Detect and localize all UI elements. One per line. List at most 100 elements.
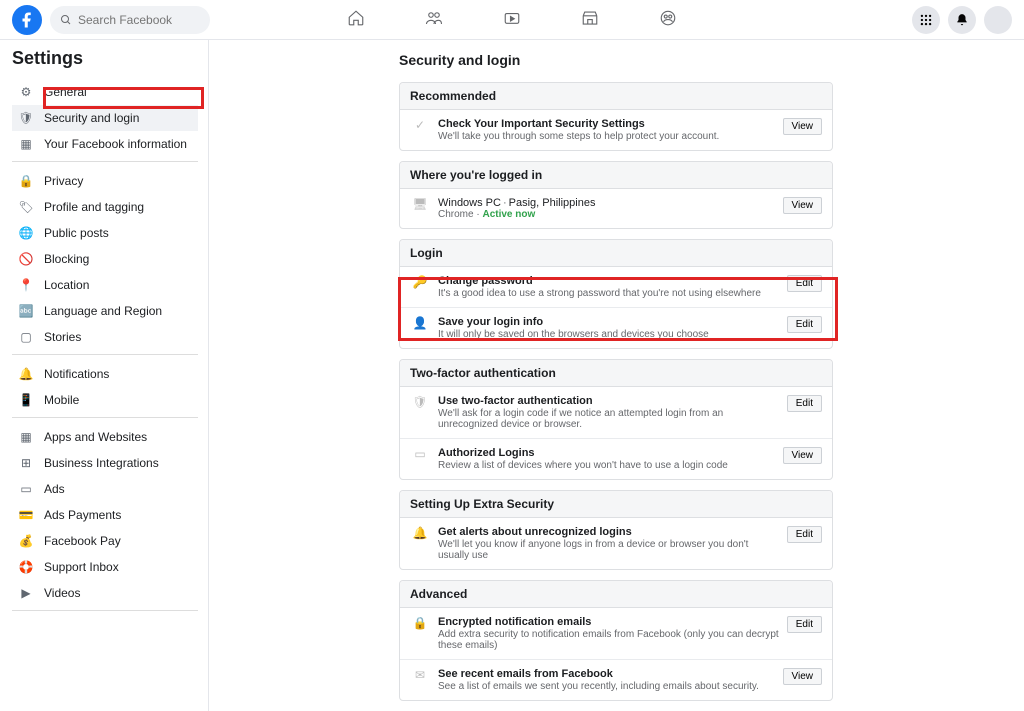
sidebar-item-general[interactable]: ⚙ General <box>12 79 198 105</box>
nav-watch-icon[interactable] <box>503 9 521 30</box>
sidebar-item-support[interactable]: 🛟Support Inbox <box>12 554 198 580</box>
sidebar-item-fbpay[interactable]: 💰 Facebook Pay <box>12 528 198 554</box>
sidebar-item-label: Notifications <box>44 367 109 381</box>
view-button[interactable]: View <box>783 447 823 464</box>
sidebar-item-apps[interactable]: ▦Apps and Websites <box>12 424 198 450</box>
item-title: Authorized Logins <box>438 447 775 459</box>
view-button[interactable]: View <box>783 668 823 685</box>
sidebar-item-privacy[interactable]: 🔒 Privacy <box>12 168 198 194</box>
sidebar-item-security[interactable]: 🛡 Security and login <box>12 105 198 131</box>
facebook-logo[interactable] <box>12 5 42 35</box>
sidebar-item-label: Privacy <box>44 174 83 188</box>
sidebar-item-label: Public posts <box>44 226 109 240</box>
edit-button[interactable]: Edit <box>787 395 822 412</box>
menu-grid-icon[interactable] <box>912 6 940 34</box>
edit-button[interactable]: Edit <box>787 316 822 333</box>
sidebar-item-label: Your Facebook information <box>44 137 187 151</box>
section-logged-in: Where you're logged in 🖥 Windows PC·Pasi… <box>399 161 833 229</box>
sidebar-item-notifications[interactable]: 🔔Notifications <box>12 361 198 387</box>
sidebar-item-label: Support Inbox <box>44 560 119 574</box>
notifications-icon[interactable] <box>948 6 976 34</box>
device-location: Pasig, Philippines <box>509 197 596 209</box>
mobile-icon: 📱 <box>18 392 34 408</box>
device-browser: Chrome <box>438 209 474 220</box>
device-name: Windows PC <box>438 197 501 209</box>
lock-icon: 🔒 <box>410 616 430 630</box>
tag-icon: 🏷 <box>18 199 34 215</box>
sidebar-item-label: Videos <box>44 586 80 600</box>
view-button[interactable]: View <box>783 118 823 135</box>
section-recommended: Recommended ✓ Check Your Important Secur… <box>399 82 833 151</box>
item-title: See recent emails from Facebook <box>438 668 775 680</box>
item-sub: We'll take you through some steps to hel… <box>438 131 775 142</box>
sidebar-item-business[interactable]: ⊞Business Integrations <box>12 450 198 476</box>
search-icon <box>60 14 72 26</box>
pay-icon: 💰 <box>18 533 34 549</box>
nav-marketplace-icon[interactable] <box>581 9 599 30</box>
search-input[interactable] <box>78 13 200 27</box>
sidebar-item-label: Ads <box>44 482 65 496</box>
shield-icon: 🛡 <box>18 110 34 126</box>
ads-icon: ▭ <box>18 481 34 497</box>
sidebar-item-profile[interactable]: 🏷 Profile and tagging <box>12 194 198 220</box>
item-title: Encrypted notification emails <box>438 616 779 628</box>
sidebar-item-label: Profile and tagging <box>44 200 144 214</box>
screen-icon: ▭ <box>410 447 430 461</box>
section-header: Login <box>400 240 832 267</box>
item-sub: Review a list of devices where you won't… <box>438 460 775 471</box>
sidebar-item-info[interactable]: ▦Your Facebook information <box>12 131 198 157</box>
mail-icon: ✉ <box>410 668 430 682</box>
nav-home-icon[interactable] <box>347 9 365 30</box>
sidebar-title: Settings <box>12 48 208 69</box>
edit-button[interactable]: Edit <box>787 526 822 543</box>
check-icon: ✓ <box>410 118 430 132</box>
sidebar-item-stories[interactable]: ▢Stories <box>12 324 198 350</box>
page-title: Security and login <box>399 52 1024 68</box>
alert-icon: 🔔 <box>410 526 430 540</box>
nav-groups-icon[interactable] <box>659 9 677 30</box>
section-extra: Setting Up Extra Security 🔔 Get alerts a… <box>399 490 833 570</box>
item-sub: Add extra security to notification email… <box>438 629 779 651</box>
sidebar-item-ads[interactable]: ▭ Ads <box>12 476 198 502</box>
sidebar-item-label: Ads Payments <box>44 508 121 522</box>
device-status: Active now <box>482 209 535 220</box>
sidebar-item-adspay[interactable]: 💳 Ads Payments <box>12 502 198 528</box>
search-input-wrap[interactable] <box>50 6 210 34</box>
section-two-factor: Two-factor authentication 🛡 Use two-fact… <box>399 359 833 480</box>
sidebar-item-label: Stories <box>44 330 81 344</box>
nav-friends-icon[interactable] <box>425 9 443 30</box>
sidebar-item-label: Apps and Websites <box>44 430 147 444</box>
sidebar-item-label: Facebook Pay <box>44 534 121 548</box>
item-title: Change password <box>438 275 779 287</box>
section-header: Two-factor authentication <box>400 360 832 387</box>
view-button[interactable]: View <box>783 197 823 214</box>
sidebar-item-videos[interactable]: ▶Videos <box>12 580 198 606</box>
edit-button[interactable]: Edit <box>787 275 822 292</box>
avatar[interactable] <box>984 6 1012 34</box>
item-sub: It's a good idea to use a strong passwor… <box>438 288 779 299</box>
item-sub: We'll let you know if anyone logs in fro… <box>438 539 779 561</box>
lock-icon: 🔒 <box>18 173 34 189</box>
gear-icon: ⚙ <box>18 84 34 100</box>
sidebar-item-label: Location <box>44 278 89 292</box>
business-icon: ⊞ <box>18 455 34 471</box>
section-header: Setting Up Extra Security <box>400 491 832 518</box>
sidebar-item-label: Mobile <box>44 393 79 407</box>
monitor-icon: 🖥 <box>410 197 430 211</box>
sidebar-item-language[interactable]: 🔤Language and Region <box>12 298 198 324</box>
item-sub: See a list of emails we sent you recentl… <box>438 681 775 692</box>
globe-icon: 🌐 <box>18 225 34 241</box>
pin-icon: 📍 <box>18 277 34 293</box>
sidebar-item-location[interactable]: 📍 Location <box>12 272 198 298</box>
card-icon: 💳 <box>18 507 34 523</box>
sidebar-item-label: Security and login <box>44 111 139 125</box>
edit-button[interactable]: Edit <box>787 616 822 633</box>
sidebar-item-public[interactable]: 🌐 Public posts <box>12 220 198 246</box>
item-title: Get alerts about unrecognized logins <box>438 526 779 538</box>
sidebar-item-blocking[interactable]: 🚫Blocking <box>12 246 198 272</box>
user-icon: 👤 <box>410 316 430 330</box>
sidebar-item-mobile[interactable]: 📱 Mobile <box>12 387 198 413</box>
sidebar-item-label: Language and Region <box>44 304 162 318</box>
item-sub: It will only be saved on the browsers an… <box>438 329 779 340</box>
sidebar-item-label: General <box>44 85 87 99</box>
